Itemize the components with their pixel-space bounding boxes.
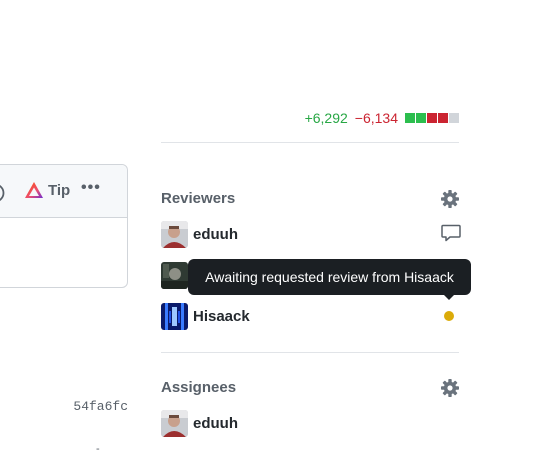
deletions-count: −6,134 xyxy=(354,110,398,126)
reviewer-eduuh[interactable]: eduuh xyxy=(161,221,238,248)
divider xyxy=(161,142,459,143)
reviewer-name: Hisaack xyxy=(193,308,250,325)
tip-button[interactable]: Tip xyxy=(24,181,70,199)
assignee-eduuh[interactable]: eduuh xyxy=(161,410,238,437)
reviewer-name: eduuh xyxy=(193,226,238,243)
commit-sha-link[interactable]: 54fa6fc xyxy=(73,399,128,414)
reviewers-heading: Reviewers xyxy=(161,190,236,207)
assignee-name: eduuh xyxy=(193,415,238,432)
avatar xyxy=(161,410,188,437)
comment-icon[interactable] xyxy=(441,224,461,247)
tooltip: Awaiting requested review from Hisaack xyxy=(188,259,471,295)
more-options-icon[interactable]: ••• xyxy=(81,179,101,197)
brave-triangle-icon xyxy=(25,182,43,198)
diffstat-block-delete xyxy=(427,113,437,123)
timeline-mark: - xyxy=(96,443,100,450)
tooltip-arrow xyxy=(443,294,455,300)
reviewers-gear-icon[interactable] xyxy=(440,189,460,214)
assignees-gear-icon[interactable] xyxy=(440,378,460,403)
assignees-heading: Assignees xyxy=(161,379,237,396)
pull-request-page: +6,292 −6,134 Tip ••• 54fa6fc - Reviewer… xyxy=(0,0,554,450)
diffstat-block-neutral xyxy=(449,113,459,123)
diffstat-blocks xyxy=(404,113,459,123)
comment-box: Tip ••• xyxy=(0,164,128,288)
diffstat: +6,292 −6,134 xyxy=(305,110,459,126)
tip-label: Tip xyxy=(48,181,71,199)
reviewer-hisaack[interactable]: Hisaack xyxy=(161,303,250,330)
divider xyxy=(161,352,459,353)
avatar xyxy=(161,303,188,330)
pending-review-indicator[interactable] xyxy=(444,311,454,321)
diffstat-block-add xyxy=(405,113,415,123)
emoji-reaction-icon[interactable] xyxy=(0,183,5,208)
avatar xyxy=(161,221,188,248)
diffstat-block-add xyxy=(416,113,426,123)
comment-toolbar: Tip ••• xyxy=(0,165,127,218)
avatar xyxy=(161,262,188,289)
diffstat-block-delete xyxy=(438,113,448,123)
additions-count: +6,292 xyxy=(304,110,348,126)
